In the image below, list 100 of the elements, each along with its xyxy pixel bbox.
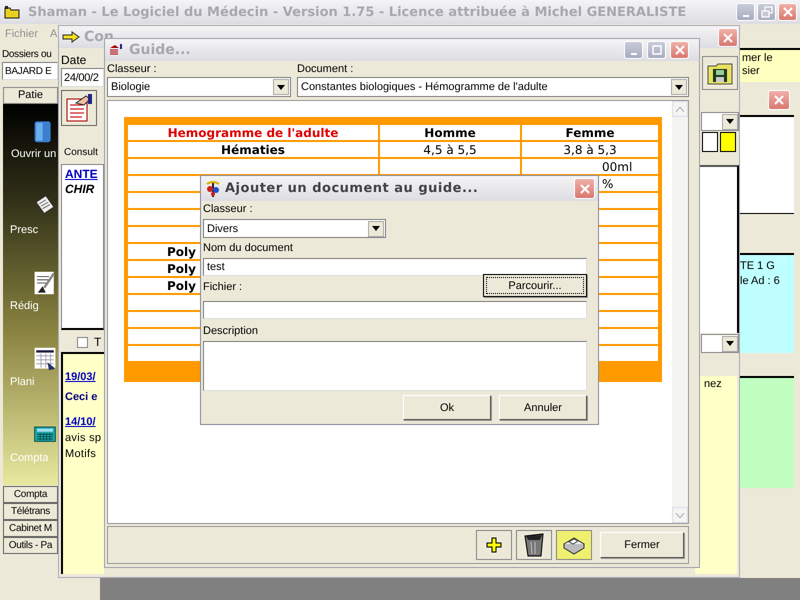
minimize-icon bbox=[630, 52, 636, 54]
plus-icon bbox=[486, 537, 502, 553]
date-link[interactable]: 14/10/ bbox=[65, 415, 96, 430]
sidebar-item[interactable]: Presc bbox=[3, 224, 38, 236]
close-icon bbox=[772, 93, 786, 107]
close-button[interactable]: Fermer bbox=[600, 532, 684, 558]
table-cell: 3,8 à 5,3 bbox=[521, 141, 658, 158]
table-cell: Poly bbox=[167, 245, 196, 258]
checkbox[interactable] bbox=[77, 336, 88, 348]
search-field[interactable]: BAJARD E bbox=[2, 62, 58, 80]
document-icon[interactable] bbox=[33, 270, 57, 296]
caret-icon bbox=[372, 226, 380, 231]
description-field[interactable] bbox=[203, 341, 587, 391]
note-text: avis sp bbox=[65, 431, 102, 446]
window-title: Guide... bbox=[129, 42, 191, 58]
delete-button[interactable] bbox=[516, 530, 552, 560]
date-link[interactable]: 19/03/ bbox=[65, 370, 96, 385]
field-label: Classeur : bbox=[107, 63, 158, 75]
caret-icon bbox=[726, 119, 734, 124]
note-text: nez bbox=[704, 378, 722, 390]
note-text: Motifs bbox=[65, 447, 96, 462]
close-button[interactable] bbox=[574, 178, 595, 199]
ok-button[interactable]: Ok bbox=[403, 395, 491, 420]
calendar-icon[interactable] bbox=[33, 346, 57, 372]
sidebar-tab[interactable]: Cabinet M bbox=[3, 520, 58, 537]
document-icon bbox=[64, 93, 94, 123]
dropdown-button[interactable] bbox=[722, 336, 738, 352]
panel-text: TE 1 G bbox=[740, 259, 776, 274]
caret-icon bbox=[675, 84, 683, 90]
close-icon bbox=[721, 30, 735, 44]
chevron-down-icon bbox=[676, 512, 684, 518]
name-field[interactable]: test bbox=[203, 258, 587, 276]
dropdown-button[interactable] bbox=[368, 220, 384, 236]
arrow-icon bbox=[62, 31, 80, 43]
document-icon bbox=[109, 44, 123, 56]
classeur-select[interactable]: Divers bbox=[203, 219, 386, 238]
color-swatch[interactable] bbox=[702, 132, 718, 152]
dropdown-button[interactable] bbox=[671, 79, 687, 95]
dropdown-button[interactable] bbox=[722, 114, 738, 130]
close-icon bbox=[672, 43, 686, 57]
panel-text: le Ad : 6 bbox=[740, 274, 781, 289]
emblem-icon bbox=[205, 180, 221, 198]
table-cell: Poly bbox=[167, 279, 196, 292]
close-icon bbox=[780, 5, 794, 19]
window-title: Ajouter un document au guide... bbox=[225, 181, 478, 196]
caret-icon bbox=[277, 84, 285, 90]
sidebar-item[interactable]: Ouvrir un bbox=[3, 148, 56, 160]
column-header: Homme bbox=[379, 125, 521, 141]
table-cell: 4,5 à 5,5 bbox=[379, 141, 521, 158]
field-label: Fichier : bbox=[203, 281, 242, 295]
history-text: CHIR bbox=[65, 182, 94, 197]
sidebar-item[interactable]: Rédig bbox=[3, 300, 39, 312]
column-header: Hemogramme de l'adulte bbox=[128, 125, 379, 141]
file-field[interactable] bbox=[203, 301, 587, 319]
column-header: Femme bbox=[521, 125, 658, 141]
add-button[interactable] bbox=[476, 530, 512, 560]
document-button[interactable] bbox=[61, 90, 97, 126]
field-label: Document : bbox=[297, 63, 354, 75]
field-label: Dossiers ou bbox=[2, 49, 52, 60]
field-label: Date bbox=[61, 53, 86, 67]
sidebar-tab[interactable]: Outils - Pa bbox=[3, 537, 58, 554]
dropdown-button[interactable] bbox=[273, 79, 289, 95]
field-label: Description bbox=[203, 325, 260, 337]
table-cell: 00ml bbox=[602, 160, 632, 173]
note-text: mer le sier bbox=[740, 48, 800, 82]
field-label: Nom du document bbox=[203, 242, 294, 254]
caret-icon bbox=[726, 341, 734, 346]
sidebar-tab[interactable]: Compta bbox=[3, 486, 58, 503]
print-button[interactable] bbox=[556, 530, 592, 560]
printer-icon bbox=[562, 535, 586, 555]
note-text: Ceci e bbox=[65, 390, 98, 405]
dropdown[interactable] bbox=[701, 112, 739, 131]
folder-icon bbox=[4, 5, 20, 19]
close-button[interactable] bbox=[778, 3, 797, 21]
classeur-select[interactable]: Biologie bbox=[107, 77, 291, 97]
document-select[interactable]: Constantes biologiques - Hémogramme de l'adulte bbox=[297, 77, 689, 97]
history-link[interactable]: ANTE bbox=[65, 167, 98, 182]
table-cell: % bbox=[602, 177, 614, 190]
trash-icon bbox=[523, 532, 545, 558]
restore-icon bbox=[760, 5, 774, 19]
browse-button[interactable]: Parcourir... bbox=[483, 274, 587, 297]
close-button[interactable] bbox=[670, 41, 689, 59]
date-field[interactable]: 24/00/2 bbox=[61, 68, 104, 87]
sidebar-header[interactable]: Patie bbox=[3, 87, 58, 104]
chevron-up-icon bbox=[676, 106, 684, 112]
dropdown[interactable] bbox=[701, 334, 739, 353]
sidebar-tab[interactable]: Télétrans bbox=[3, 503, 58, 520]
table-cell: Poly bbox=[167, 262, 196, 275]
save-button[interactable] bbox=[702, 56, 738, 90]
minimize-icon bbox=[742, 14, 748, 16]
close-button[interactable] bbox=[718, 28, 738, 47]
close-button[interactable] bbox=[768, 90, 790, 110]
maximize-icon bbox=[650, 43, 664, 57]
cancel-button[interactable]: Annuler bbox=[499, 395, 587, 420]
color-swatch[interactable] bbox=[720, 132, 736, 152]
table-cell: Hématies bbox=[128, 141, 379, 158]
checkbox-label: T bbox=[94, 335, 102, 349]
window-title: Shaman - Le Logiciel du Médecin - Version 1.75 - Licence attribuée à Michel GENERALISTE bbox=[28, 4, 686, 20]
close-icon bbox=[578, 182, 592, 196]
field-label: Classeur : bbox=[203, 203, 254, 215]
